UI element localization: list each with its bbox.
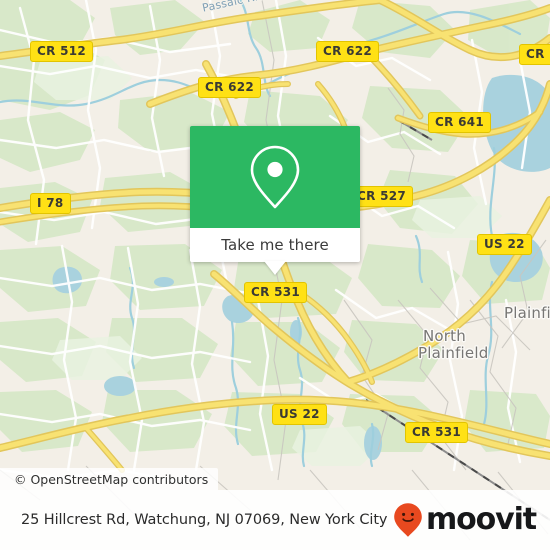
map-shield-cr-641[interactable]: CR 641 [428,112,492,133]
osm-attribution-text: © OpenStreetMap contributors [14,471,209,487]
callout-pin-area [190,126,360,228]
moovit-smiling-pin-icon [394,503,422,537]
callout-pointer-tail [264,261,286,275]
map-shield-cr-512[interactable]: CR 512 [30,41,94,62]
map-shield-cr-531-south[interactable]: CR 531 [405,422,469,443]
map-shield-us-22-south[interactable]: US 22 [272,404,327,425]
map-shield-i-78[interactable]: I 78 [30,193,71,214]
map-shield-us-22-east[interactable]: US 22 [477,234,532,255]
map-shield-cr-52[interactable]: CR 52 [519,44,550,65]
take-me-there-label: Take me there [221,236,329,254]
footer-bar: 25 Hillcrest Rd, Watchung, NJ 07069, New… [0,490,550,550]
map-screenshot-root: Passaic River North Plainfield Plainfiel… [0,0,550,550]
map-shield-cr-622-west[interactable]: CR 622 [198,77,262,98]
moovit-brand[interactable]: moovit [393,502,537,538]
map-shield-cr-622-east[interactable]: CR 622 [316,41,380,62]
address-label: 25 Hillcrest Rd, Watchung, NJ 07069, New… [21,512,388,528]
take-me-there-button[interactable]: Take me there [190,228,360,275]
location-pin-icon [250,145,300,209]
destination-callout-card[interactable]: Take me there [190,126,360,275]
map-shield-cr-531-north[interactable]: CR 531 [244,282,308,303]
moovit-wordmark: moovit [425,502,537,537]
osm-attribution[interactable]: © OpenStreetMap contributors [0,468,219,490]
